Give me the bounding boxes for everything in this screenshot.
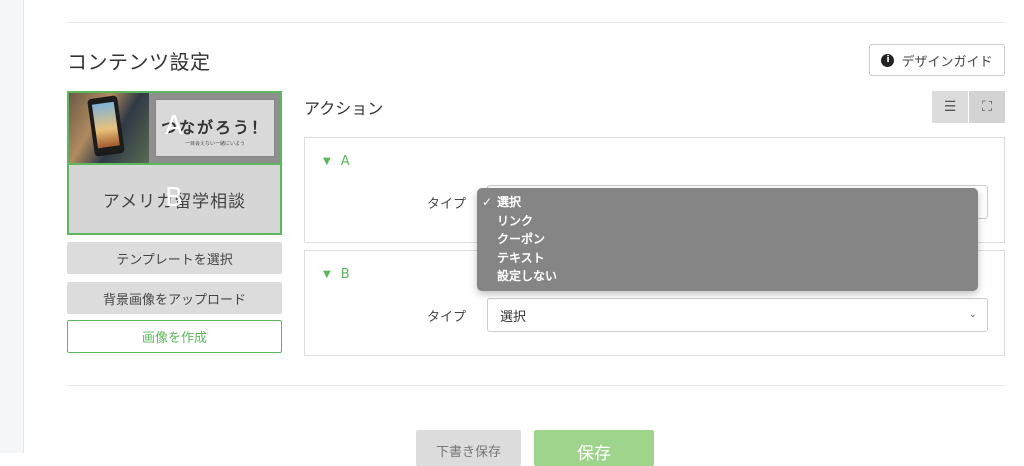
rich-menu-preview: つながろう！ 一目会えない一緒にいよう A アメリカ留学相談 B: [67, 91, 282, 235]
photo-image: [69, 93, 149, 163]
create-image-button[interactable]: 画像を作成: [67, 320, 282, 353]
panel-header-b[interactable]: ▼ B: [323, 267, 350, 282]
section-title: コンテンツ設定: [67, 50, 211, 74]
checkmark-icon: ✓: [482, 195, 493, 209]
type-dropdown-menu: ✓ 選択 リンク クーポン テキスト 設定しない: [477, 188, 978, 291]
chevron-down-icon: ▼: [323, 156, 331, 167]
design-guide-button[interactable]: i デザインガイド: [869, 44, 1005, 76]
design-guide-label: デザインガイド: [901, 54, 993, 70]
area-label-b: B: [165, 183, 183, 213]
left-rail: [0, 0, 24, 453]
panel-label-b: B: [340, 267, 350, 282]
panel-label-a: A: [340, 154, 350, 169]
type-label-b: タイプ: [427, 310, 467, 325]
action-title: アクション: [304, 99, 384, 118]
panel-header-a[interactable]: ▼ A: [323, 154, 350, 169]
dropdown-option-text[interactable]: テキスト: [477, 249, 978, 268]
view-toggle: ☰ ⛶: [932, 91, 1005, 123]
preview-area-b[interactable]: アメリカ留学相談 B: [69, 163, 280, 233]
save-draft-button[interactable]: 下書き保存: [416, 430, 521, 466]
type-select-b[interactable]: 選択 ⌄: [487, 298, 988, 332]
select-template-button[interactable]: テンプレートを選択: [67, 242, 282, 274]
top-divider: [67, 22, 1005, 23]
type-select-b-value: 選択: [500, 309, 527, 325]
banner-subtext: 一目会えない一緒にいよう: [185, 141, 245, 147]
bottom-divider: [67, 385, 1005, 386]
dropdown-option-link[interactable]: リンク: [477, 212, 978, 231]
upload-background-button[interactable]: 背景画像をアップロード: [67, 282, 282, 314]
dropdown-option-coupon[interactable]: クーポン: [477, 230, 978, 249]
chevron-down-icon: ▼: [323, 269, 331, 280]
area-label-a: A: [165, 111, 183, 141]
phone-image: [87, 95, 125, 157]
info-icon: i: [881, 53, 895, 67]
preview-area-a[interactable]: つながろう！ 一目会えない一緒にいよう A: [69, 93, 280, 163]
dropdown-option-select[interactable]: ✓ 選択: [477, 193, 978, 212]
list-icon[interactable]: ☰: [932, 91, 968, 123]
dropdown-option-none[interactable]: 設定しない: [477, 267, 978, 286]
save-button[interactable]: 保存: [534, 430, 654, 466]
chevron-down-icon: ⌄: [968, 309, 977, 320]
type-label-a: タイプ: [427, 197, 467, 212]
expand-icon[interactable]: ⛶: [969, 91, 1005, 123]
